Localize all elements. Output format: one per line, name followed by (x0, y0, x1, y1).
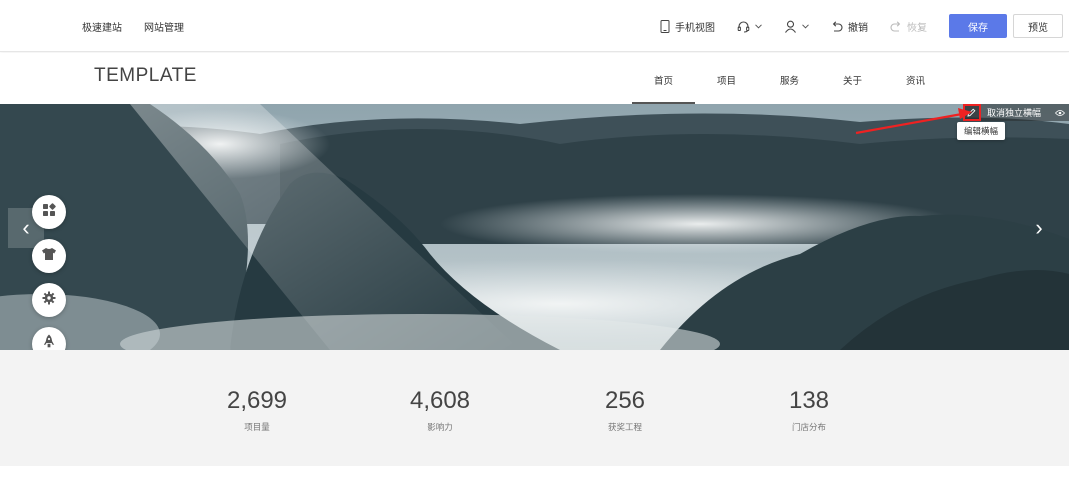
chevron-down-icon (755, 23, 762, 29)
editor-toolbar: 极速建站 网站管理 手机视图 撤销 恢复 保存 预览 (0, 0, 1069, 52)
settings-button[interactable] (32, 283, 66, 317)
stat-label: 影响力 (427, 422, 453, 432)
stat-projects: 2,699 项目量 (197, 388, 317, 433)
stat-label: 项目量 (244, 422, 270, 432)
mobile-icon (660, 19, 670, 33)
eye-icon (1054, 104, 1066, 122)
redo-button[interactable]: 恢复 (890, 19, 927, 34)
stat-awards: 256 获奖工程 (565, 388, 685, 433)
stat-value: 256 (604, 387, 646, 414)
site-header: TEMPLATE 首页 项目 服务 关于 资讯 (0, 53, 1069, 104)
grid-icon (42, 202, 56, 222)
modules-button[interactable] (32, 195, 66, 229)
banner-image (0, 104, 1069, 350)
toolbar-right: 手机视图 撤销 恢复 保存 预览 (660, 0, 1063, 52)
mobile-view-button[interactable]: 手机视图 (660, 19, 715, 34)
site-nav: 首页 项目 服务 关于 资讯 (632, 53, 947, 104)
nav-item-services[interactable]: 服务 (758, 53, 821, 104)
redo-label: 恢复 (907, 22, 927, 34)
undo-button[interactable]: 撤销 (831, 19, 868, 34)
support-dropdown[interactable] (737, 20, 762, 33)
nav-item-about[interactable]: 关于 (821, 53, 884, 104)
shirt-icon (41, 247, 57, 266)
quick-build-link[interactable]: 极速建站 (82, 19, 122, 34)
account-dropdown[interactable] (784, 20, 809, 33)
site-manage-link[interactable]: 网站管理 (144, 19, 184, 34)
stat-value: 2,699 (226, 387, 288, 414)
preview-button[interactable]: 预览 (1013, 14, 1063, 38)
stats-section: 2,699 项目量 4,608 影响力 256 获奖工程 138 门店分布 (0, 350, 1069, 466)
edit-banner-tooltip: 编辑横幅 (956, 122, 1005, 140)
stat-stores: 138 门店分布 (749, 388, 869, 433)
stat-value: 4,608 (409, 387, 471, 414)
site-logo[interactable]: TEMPLATE (94, 65, 197, 87)
hero-banner[interactable]: 取消独立横幅 ‹ › (0, 104, 1069, 350)
nav-item-projects[interactable]: 项目 (695, 53, 758, 104)
stat-value: 138 (788, 387, 830, 414)
mobile-view-label: 手机视图 (675, 22, 715, 34)
undo-icon (831, 20, 843, 32)
chevron-down-icon (802, 23, 809, 29)
gear-icon (42, 291, 56, 310)
cancel-independent-banner[interactable]: 取消独立横幅 (987, 106, 1051, 119)
redo-icon (890, 20, 902, 32)
undo-label: 撤销 (848, 22, 868, 34)
theme-button[interactable] (32, 239, 66, 273)
nav-item-home[interactable]: 首页 (632, 53, 695, 104)
stat-influence: 4,608 影响力 (380, 388, 500, 433)
banner-next-arrow[interactable]: › (1021, 208, 1057, 248)
nav-item-news[interactable]: 资讯 (884, 53, 947, 104)
toolbar-left: 极速建站 网站管理 (82, 0, 184, 52)
headset-icon (737, 20, 750, 33)
user-icon (784, 20, 797, 33)
stat-label: 门店分布 (791, 422, 826, 432)
stat-label: 获奖工程 (607, 422, 642, 432)
visibility-toggle[interactable] (1051, 104, 1069, 121)
save-button[interactable]: 保存 (949, 14, 1007, 38)
